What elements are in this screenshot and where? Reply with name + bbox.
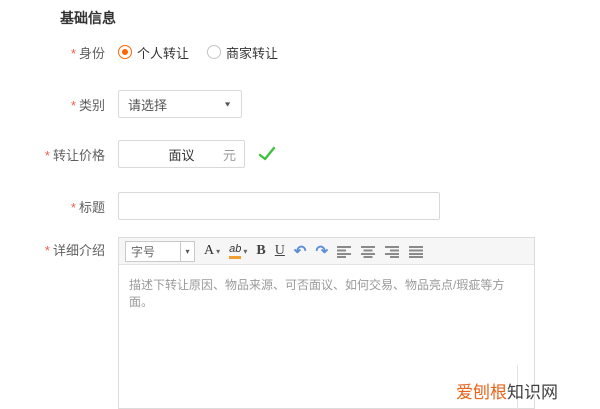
align-left-icon [337,245,352,258]
align-left-button[interactable] [337,245,352,258]
description-placeholder: 描述下转让原因、物品来源、可否面议、如何交易、物品亮点/瑕疵等方面。 [129,278,505,309]
align-justify-button[interactable] [409,245,424,258]
category-select[interactable]: 请选择 ▼ [118,90,242,118]
highlight-icon: ab [229,243,242,259]
watermark: 爱刨根知识网 [456,378,558,403]
font-color-button[interactable]: A ▾ [204,243,220,259]
undo-icon: ↶ [293,243,307,260]
category-label: * 类别 [70,97,105,113]
chevron-down-icon: ▾ [243,246,248,256]
align-center-button[interactable] [361,245,376,258]
chevron-down-icon: ▼ [223,100,232,108]
underline-button[interactable]: U [275,243,285,259]
align-right-icon [385,245,400,258]
align-center-icon [361,245,376,258]
bold-button[interactable]: B [256,243,265,259]
font-color-icon: A [204,243,215,258]
radio-unselected-icon [207,45,222,59]
highlight-color-button[interactable]: ab ▾ [229,243,248,259]
watermark-brand-secondary: 知识网 [507,383,558,402]
redo-button[interactable]: ↷ [315,242,328,260]
title-label: * 标题 [70,199,105,215]
identity-label: * 身份 [70,45,105,61]
radio-merchant-transfer[interactable]: 商家转让 [207,43,278,62]
chevron-down-icon: ▾ [180,241,194,261]
description-label: * 详细介绍 [44,243,105,258]
align-justify-icon [409,245,424,258]
price-row: * 转让价格 面议 元 [0,140,276,168]
required-asterisk: * [44,243,50,258]
font-size-label: 字号 [131,244,156,259]
required-asterisk: * [70,199,76,215]
undo-button[interactable]: ↶ [294,242,307,260]
category-row: * 类别 请选择 ▼ [0,90,242,118]
radio-selected-icon [118,45,132,59]
radio-personal-label: 个人转让 [137,45,190,61]
radio-personal-transfer[interactable]: 个人转让 [118,43,189,62]
valid-check-icon [258,146,276,161]
required-asterisk: * [70,97,76,113]
transfer-form-page: 基础信息 * 身份 个人转让 商家转让 * 类别 请选择 ▼ * 转让价格 面议 元 [0,0,600,409]
price-unit: 元 [222,147,236,163]
section-heading: 基础信息 [60,10,116,26]
redo-icon: ↷ [315,243,329,260]
title-input[interactable] [118,192,440,220]
radio-merchant-label: 商家转让 [226,45,279,61]
price-label: * 转让价格 [44,147,105,163]
align-right-button[interactable] [385,245,400,258]
required-asterisk: * [44,147,50,163]
category-selected-value: 请选择 [128,97,168,113]
identity-row: * 身份 个人转让 商家转让 [0,43,296,61]
title-row: * 标题 [0,192,440,220]
font-size-select[interactable]: 字号 ▾ [125,240,195,262]
editor-toolbar: 字号 ▾ A ▾ ab ▾ B U ↶ ↷ [119,238,534,265]
watermark-brand-primary: 爱刨根 [456,383,507,402]
price-input[interactable]: 面议 元 [118,140,245,168]
chevron-down-icon: ▾ [216,246,221,256]
description-row: * 详细介绍 [0,240,118,258]
price-value: 面议 [168,147,195,163]
required-asterisk: * [70,45,76,61]
